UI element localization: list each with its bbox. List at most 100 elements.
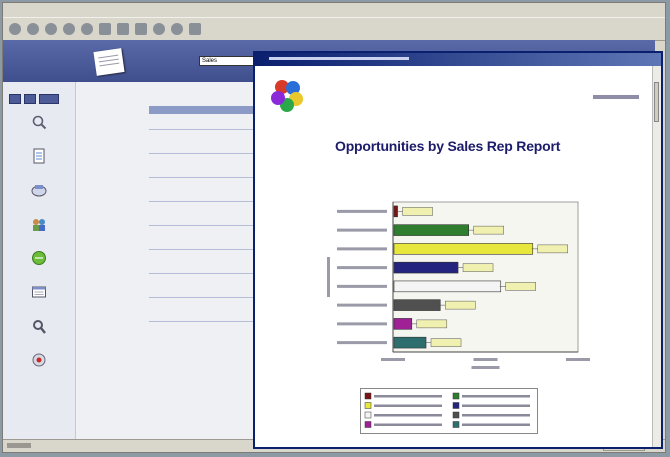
sidebar-item[interactable]	[3, 318, 75, 350]
home-icon[interactable]	[81, 23, 93, 35]
chart-legend	[360, 388, 538, 434]
company-logo-icon	[271, 80, 303, 112]
data-label-box	[462, 263, 494, 272]
chart-bar	[393, 280, 502, 293]
x-axis-title-placeholder	[471, 366, 500, 369]
category-label-placeholder	[337, 228, 387, 232]
category-label-placeholder	[337, 322, 387, 326]
legend-entry-placeholder	[374, 395, 442, 398]
popup-titlebar[interactable]	[255, 53, 661, 66]
document-icon	[31, 148, 47, 164]
report-link[interactable]	[149, 240, 257, 250]
legend-entry-placeholder	[462, 414, 530, 417]
mail-icon[interactable]	[171, 23, 183, 35]
team-icon	[31, 216, 47, 232]
legend-entry-placeholder	[374, 404, 442, 407]
data-label-box	[402, 207, 433, 216]
report-list-header	[149, 106, 257, 114]
report-title: Opportunities by Sales Rep Report	[335, 138, 561, 154]
popup-window-title	[269, 57, 409, 60]
sidebar-item[interactable]	[3, 114, 75, 146]
report-link[interactable]	[149, 216, 257, 226]
category-label-placeholder	[337, 284, 387, 288]
sidebar	[3, 82, 76, 440]
magnifier-icon	[31, 114, 47, 130]
report-link[interactable]	[149, 264, 257, 274]
legend-entry-placeholder	[462, 395, 530, 398]
status-text	[7, 443, 31, 448]
back-icon[interactable]	[9, 23, 21, 35]
sidebar-item[interactable]	[3, 284, 75, 316]
data-label-box	[430, 338, 462, 347]
sidebar-nav	[3, 114, 75, 386]
data-label-box	[473, 225, 504, 235]
sidebar-home-button[interactable]	[39, 94, 59, 104]
legend-swatch	[452, 411, 460, 419]
report-link[interactable]	[149, 168, 257, 178]
logoff-icon	[31, 352, 47, 368]
report-link[interactable]	[149, 144, 257, 154]
stop-icon[interactable]	[45, 23, 57, 35]
menu-bar	[3, 3, 665, 17]
history-icon[interactable]	[153, 23, 165, 35]
forward-icon[interactable]	[27, 23, 39, 35]
browser-toolbar	[3, 17, 665, 41]
sidebar-item[interactable]	[3, 148, 75, 180]
legend-entry-placeholder	[462, 423, 530, 426]
report-link[interactable]	[149, 120, 257, 130]
chart-bar	[393, 336, 427, 349]
legend-swatch	[452, 421, 460, 428]
y-axis-title-placeholder	[327, 257, 330, 297]
legend-swatch	[364, 421, 372, 428]
media-icon[interactable]	[135, 23, 147, 35]
sidebar-item[interactable]	[3, 250, 75, 282]
report-link[interactable]	[149, 192, 257, 202]
legend-swatch	[452, 402, 460, 409]
report-datetime	[593, 95, 639, 99]
legend-swatch	[364, 392, 372, 400]
data-label-box	[416, 319, 448, 329]
crm-icon	[31, 182, 47, 198]
refresh-icon[interactable]	[63, 23, 75, 35]
x-tick-label-placeholder	[566, 358, 590, 361]
search-icon[interactable]	[99, 23, 111, 35]
chart-bar	[393, 318, 413, 330]
sidebar-item[interactable]	[3, 216, 75, 248]
chart-bar	[393, 224, 470, 236]
admin-icon	[31, 318, 47, 334]
data-label-box	[505, 282, 536, 291]
favorites-icon[interactable]	[117, 23, 129, 35]
chart-bar	[393, 261, 459, 274]
category-label-placeholder	[337, 266, 387, 270]
chart-bar	[393, 243, 534, 255]
sidebar-forward-button[interactable]	[24, 94, 36, 104]
popup-scrollbar[interactable]	[652, 66, 661, 447]
legend-swatch	[364, 411, 372, 419]
notepad-logo-icon	[93, 48, 125, 76]
legend-entry-placeholder	[374, 414, 442, 417]
popup-scroll-thumb[interactable]	[654, 82, 659, 122]
category-label-placeholder	[337, 303, 387, 307]
reports-icon	[31, 284, 47, 300]
print-icon[interactable]	[189, 23, 201, 35]
category-label-placeholder	[337, 247, 387, 251]
marketing-icon	[31, 250, 47, 266]
category-label-placeholder	[337, 341, 387, 345]
legend-entry-placeholder	[462, 404, 530, 407]
report-list	[149, 106, 257, 336]
report-link[interactable]	[149, 288, 257, 298]
sidebar-item[interactable]	[3, 352, 75, 384]
reports-select[interactable]: Sales	[199, 56, 255, 66]
data-label-box	[537, 244, 568, 254]
sidebar-back-button[interactable]	[9, 94, 21, 104]
report-link[interactable]	[149, 312, 257, 322]
x-tick-label-placeholder	[381, 358, 405, 361]
opportunities-bar-chart	[327, 201, 590, 369]
chart-bar	[393, 299, 441, 311]
sidebar-item[interactable]	[3, 182, 75, 214]
legend-entry-placeholder	[374, 423, 442, 426]
report-popup-window: Opportunities by Sales Rep Report	[253, 51, 663, 449]
data-label-box	[445, 300, 476, 310]
sidebar-controls	[9, 94, 59, 104]
category-label-placeholder	[337, 209, 387, 213]
